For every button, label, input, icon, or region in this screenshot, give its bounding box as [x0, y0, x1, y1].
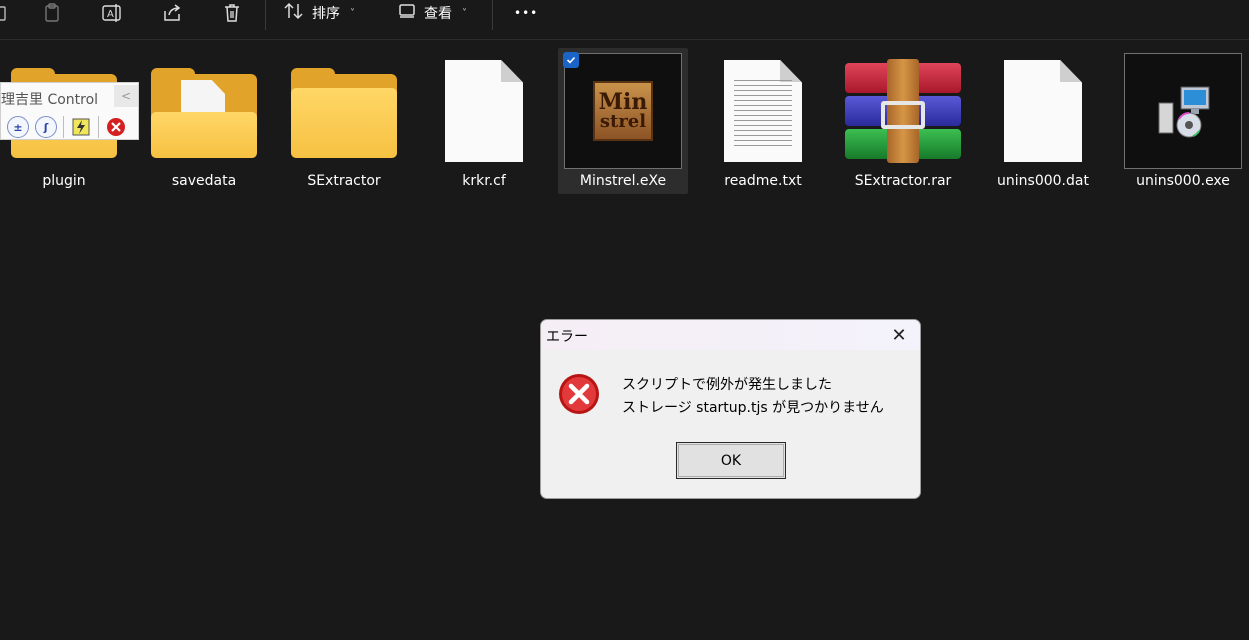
dialog-titlebar: [541, 320, 920, 350]
minstrel-app-icon: Min strel: [563, 52, 683, 170]
file-item-minstrel-exe[interactable]: Min strel Minstrel.eXe: [558, 48, 688, 194]
selection-checkbox[interactable]: [563, 52, 579, 68]
rar-archive-icon: [843, 52, 963, 170]
error-icon: [558, 373, 600, 415]
command-bar: A 排序 ˅ 查看 ˅ •••: [0, 0, 1249, 40]
toolbar-separator: [492, 0, 493, 30]
file-name: plugin: [42, 173, 86, 189]
file-item-unins000-exe[interactable]: unins000.exe: [1118, 48, 1248, 194]
plus-minus-icon[interactable]: ±: [7, 116, 29, 138]
document-icon: [424, 52, 544, 170]
file-name: krkr.cf: [462, 173, 506, 189]
sort-button[interactable]: 排序 ˅: [284, 0, 355, 26]
file-name: Minstrel.eXe: [579, 173, 667, 189]
minstrel-logo-line2: strel: [599, 111, 647, 132]
file-name: readme.txt: [724, 173, 802, 189]
svg-text:A: A: [107, 9, 114, 20]
file-name: SExtractor.rar: [854, 173, 952, 189]
cut-icon[interactable]: [0, 0, 14, 26]
error-message-line2: ストレージ startup.tjs が見つかりません: [622, 400, 884, 416]
installer-icon: [1123, 52, 1243, 170]
chevron-down-icon: ˅: [462, 7, 467, 19]
delete-icon[interactable]: [218, 0, 246, 26]
error-dialog: エラー ✕ スクリプトで例外が発生しました ストレージ startup.tjs …: [540, 319, 921, 499]
text-document-icon: [703, 52, 823, 170]
file-item-unins000-dat[interactable]: unins000.dat: [978, 48, 1108, 194]
error-message-line1: スクリプトで例外が発生しました: [622, 377, 832, 393]
document-icon: [983, 52, 1103, 170]
ok-button[interactable]: OK: [676, 442, 786, 479]
rename-icon[interactable]: A: [98, 0, 126, 26]
sort-label: 排序: [312, 6, 340, 22]
view-label: 查看: [424, 6, 452, 22]
stop-icon[interactable]: [105, 116, 127, 138]
toolbar-separator: [265, 0, 266, 30]
control-widget: 理吉里 Control < ± ʃ: [0, 82, 139, 140]
share-icon[interactable]: [158, 0, 186, 26]
control-separator: [63, 116, 64, 138]
chevron-down-icon: ˅: [350, 7, 355, 19]
more-options-button[interactable]: •••: [514, 0, 538, 26]
file-item-readme-txt[interactable]: readme.txt: [698, 48, 828, 194]
file-name: savedata: [171, 173, 237, 189]
file-item-krkr-cf[interactable]: krkr.cf: [419, 48, 549, 194]
minstrel-logo-line1: Min: [598, 89, 648, 115]
file-name: unins000.dat: [997, 173, 1089, 189]
file-name: SExtractor: [307, 173, 381, 189]
close-icon[interactable]: ✕: [884, 322, 914, 348]
control-widget-title: 理吉里 Control: [1, 92, 99, 108]
file-item-sextractor[interactable]: SExtractor: [279, 48, 409, 194]
control-widget-collapse-button[interactable]: <: [114, 85, 138, 107]
paste-icon[interactable]: [38, 0, 66, 26]
folder-icon: [284, 52, 404, 170]
file-item-savedata[interactable]: savedata: [139, 48, 269, 194]
lightning-icon[interactable]: [70, 116, 92, 138]
view-button[interactable]: 查看 ˅: [398, 0, 467, 26]
folder-icon: [144, 52, 264, 170]
dialog-title: エラー: [546, 329, 588, 345]
file-name: unins000.exe: [1136, 173, 1230, 189]
control-separator: [98, 116, 99, 138]
file-explorer-window: A 排序 ˅ 查看 ˅ ••• plugin savedata SExtract…: [0, 0, 1249, 640]
sort-icon: [284, 2, 304, 24]
view-icon: [398, 3, 416, 23]
file-item-sextractor-rar[interactable]: SExtractor.rar: [838, 48, 968, 194]
script-icon[interactable]: ʃ: [35, 116, 57, 138]
